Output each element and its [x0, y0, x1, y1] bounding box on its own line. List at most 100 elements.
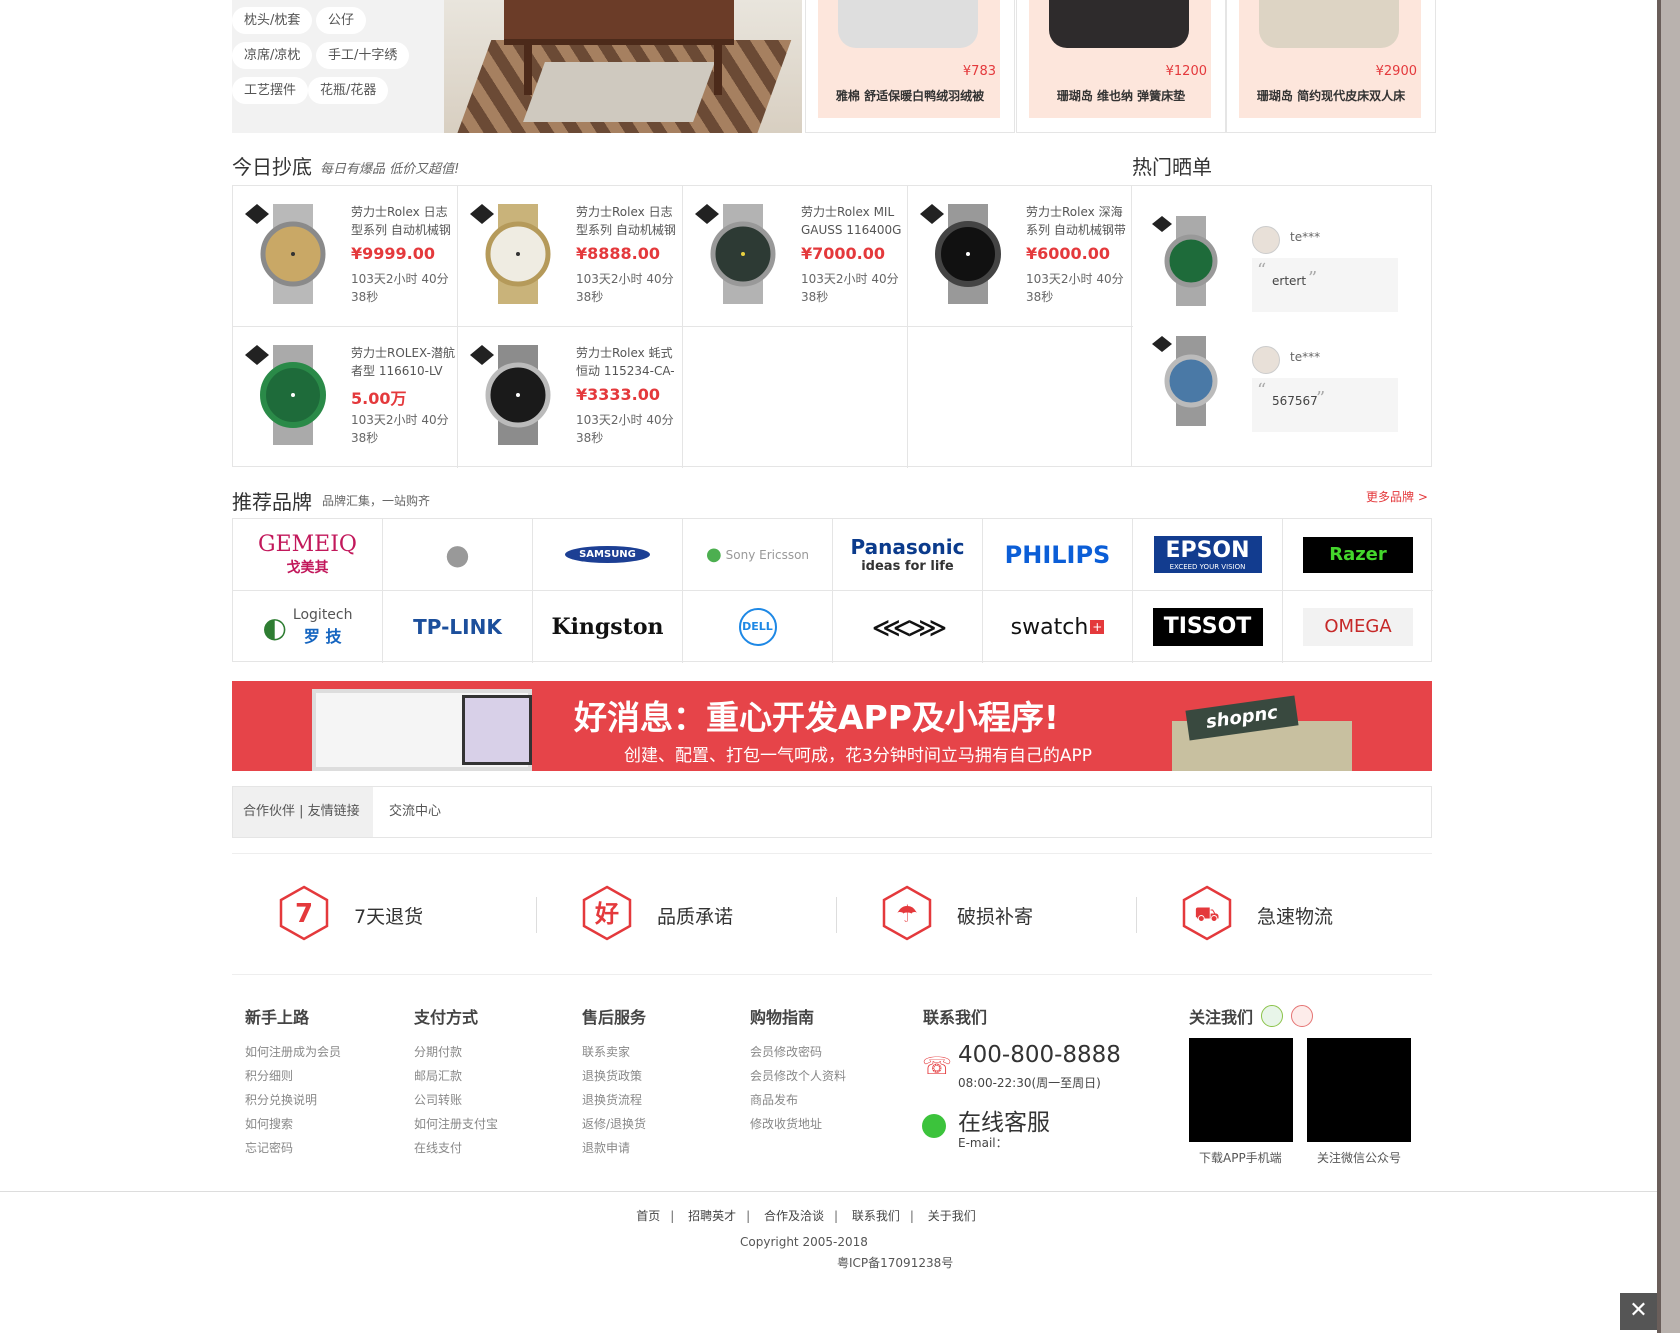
category-tag[interactable]: 公仔 — [316, 7, 367, 34]
hexagon-seven-icon: 7 — [279, 885, 329, 941]
bottom-nav-link[interactable]: 联系我们 — [852, 1209, 900, 1223]
service-label: 7天退货 — [354, 906, 424, 928]
brand-logo-epson[interactable]: EPSON EXCEED YOUR VISION — [1133, 519, 1283, 591]
deal-item[interactable]: 劳力士ROLEX-潜航者型 116610-LV 5.00万 103天2小时 40… — [233, 327, 458, 468]
brand-sub: ideas for life — [861, 559, 954, 574]
category-tag[interactable]: 枕头/枕套 — [232, 7, 313, 34]
brands-title: 推荐品牌 — [232, 490, 312, 514]
deal-item[interactable]: 劳力士Rolex 日志型系列 自动机械钢 ¥8888.00 103天2小时 40… — [458, 186, 683, 327]
brand-logo-swatch[interactable]: swatch + — [983, 591, 1133, 663]
product-card[interactable]: ¥1200 珊瑚岛 维也纳 弹簧床垫 — [1016, 0, 1226, 133]
product-card[interactable]: ¥2900 珊瑚岛 简约现代皮床双人床 — [1226, 0, 1436, 133]
footer-col-title: 支付方式 — [414, 1008, 479, 1027]
wechat-icon[interactable] — [1261, 1005, 1283, 1027]
duvet-image — [838, 0, 978, 48]
brand-logo-tissot[interactable]: TISSOT — [1133, 591, 1283, 663]
deal-name: 劳力士Rolex MIL GAUSS 116400G — [801, 205, 902, 237]
brand-name: Logitech — [292, 607, 353, 623]
brand-name: DELL — [738, 608, 777, 646]
footer-col-guide: 购物指南 会员修改密码 会员修改个人资料 商品发布 修改收货地址 — [750, 1004, 846, 1136]
brand-sub: 戈美其 — [286, 560, 329, 576]
app-promo-banner[interactable]: 好消息：重心开发APP及小程序! 创建、配置、打包一气呵成，花3分钟时间立马拥有… — [232, 681, 1432, 771]
category-tag[interactable]: 手工/十字绣 — [316, 42, 410, 69]
brand-logo-apple[interactable]: ● — [383, 519, 533, 591]
bottom-nav-link[interactable]: 招聘英才 — [688, 1209, 736, 1223]
brand-logo-samsung[interactable]: SAMSUNG — [533, 519, 683, 591]
footer-col-newbie: 新手上路 如何注册成为会员 积分细则 积分兑换说明 如何搜索 忘记密码 — [245, 1004, 341, 1160]
footer-link[interactable]: 会员修改个人资料 — [750, 1064, 846, 1088]
online-service-link[interactable]: 在线客服 — [958, 1103, 1050, 1137]
tab-exchange-center[interactable]: 交流中心 — [389, 787, 441, 837]
footer-link[interactable]: 忘记密码 — [245, 1136, 341, 1160]
divider — [232, 974, 1432, 975]
brand-logo-philips[interactable]: PHILIPS — [983, 519, 1133, 591]
phone-mockup-image — [462, 695, 532, 765]
review-bubble: “ 567567 ” — [1252, 378, 1398, 432]
deal-item[interactable]: 劳力士Rolex 日志型系列 自动机械钢 ¥9999.00 103天2小时 40… — [233, 186, 458, 327]
product-card[interactable]: ¥783 雅棉 舒适保暖白鸭绒羽绒被 — [805, 0, 1015, 133]
furniture-banner[interactable] — [444, 0, 802, 133]
brand-logo-dell[interactable]: DELL — [683, 591, 833, 663]
footer-link[interactable]: 退款申请 — [582, 1136, 646, 1160]
tab-partners[interactable]: 合作伙伴 | 友情链接 — [233, 787, 373, 837]
brand-logo-razer[interactable]: Razer — [1283, 519, 1433, 591]
separator: | — [909, 1209, 914, 1223]
divider — [232, 853, 1432, 854]
close-icon[interactable]: ✕ — [1620, 1293, 1657, 1330]
footer-link[interactable]: 积分兑换说明 — [245, 1088, 341, 1112]
weibo-icon[interactable] — [1291, 1005, 1313, 1027]
footer-link[interactable]: 积分细则 — [245, 1064, 341, 1088]
footer-link[interactable]: 在线支付 — [414, 1136, 498, 1160]
deal-price: ¥9999.00 — [351, 244, 436, 263]
deal-item[interactable]: 劳力士Rolex 深海系列 自动机械钢带 ¥6000.00 103天2小时 40… — [908, 186, 1133, 327]
open-quote-icon: “ — [1257, 380, 1267, 401]
watch-image — [1152, 336, 1218, 426]
watch-image — [245, 204, 326, 304]
footer-link[interactable]: 如何注册成为会员 — [245, 1040, 341, 1064]
footer-link[interactable]: 邮局汇款 — [414, 1064, 498, 1088]
review-item[interactable]: te*** “ ertert ” — [1132, 186, 1431, 312]
brand-logo-omega[interactable]: OMEGA — [1283, 591, 1433, 663]
deal-name: 劳力士Rolex 蚝式恒动 115234-CA- — [576, 346, 675, 378]
bottom-nav-link[interactable]: 首页 — [636, 1209, 660, 1223]
brand-logo-kingston[interactable]: Kingston — [533, 591, 683, 663]
deal-item[interactable]: 劳力士Rolex 蚝式恒动 115234-CA- ¥3333.00 103天2小… — [458, 327, 683, 468]
footer-link[interactable]: 返修/退换货 — [582, 1112, 646, 1136]
footer-link[interactable]: 公司转账 — [414, 1088, 498, 1112]
brand-logo-sony-ericsson[interactable]: ● Sony Ericsson — [683, 519, 833, 591]
brand-logo-tplink[interactable]: TP-LINK — [383, 591, 533, 663]
chat-icon — [922, 1114, 946, 1138]
bed-image — [1259, 0, 1399, 48]
footer-link[interactable]: 会员修改密码 — [750, 1040, 846, 1064]
open-quote-icon: “ — [1257, 260, 1267, 281]
brand-logo-armani[interactable]: ⋘⋙ — [833, 591, 983, 663]
footer-link[interactable]: 联系卖家 — [582, 1040, 646, 1064]
footer-link[interactable]: 商品发布 — [750, 1088, 846, 1112]
footer-link[interactable]: 如何搜索 — [245, 1112, 341, 1136]
deal-countdown: 103天2小时 40分38秒 — [351, 413, 449, 445]
footer-link[interactable]: 修改收货地址 — [750, 1112, 846, 1136]
review-item[interactable]: te*** “ 567567 ” — [1132, 306, 1431, 432]
footer-link[interactable]: 如何注册支付宝 — [414, 1112, 498, 1136]
watch-image — [1152, 216, 1218, 306]
app-qr-code — [1189, 1038, 1293, 1142]
brand-logo-panasonic[interactable]: Panasonic ideas for life — [833, 519, 983, 591]
more-brands-link[interactable]: 更多品牌 > — [1366, 488, 1428, 505]
brand-logo-gemeiq[interactable]: GEMEIQ 戈美其 — [233, 519, 383, 591]
footer-col-title: 售后服务 — [582, 1008, 647, 1027]
brand-logo-logitech[interactable]: ◐ Logitech 罗 技 — [233, 591, 383, 663]
category-tag[interactable]: 凉席/凉枕 — [232, 42, 313, 69]
deal-item[interactable]: 劳力士Rolex MIL GAUSS 116400G ¥7000.00 103天… — [683, 186, 908, 327]
category-tag[interactable]: 工艺摆件 — [232, 77, 309, 104]
svg-text:⛟: ⛟ — [1194, 902, 1219, 926]
bottom-nav-link[interactable]: 合作及洽谈 — [764, 1209, 824, 1223]
icp-number[interactable]: 粤ICP备17091238号 — [837, 1254, 953, 1271]
footer-link[interactable]: 退换货流程 — [582, 1088, 646, 1112]
category-tag[interactable]: 花瓶/花器 — [308, 77, 389, 104]
bottom-nav-link[interactable]: 关于我们 — [928, 1209, 976, 1223]
deal-countdown: 103天2小时 40分38秒 — [576, 413, 674, 445]
hot-reviews-panel: te*** “ ertert ” te*** “ 567567 ” — [1132, 185, 1432, 467]
footer-link[interactable]: 退换货政策 — [582, 1064, 646, 1088]
footer-link[interactable]: 分期付款 — [414, 1040, 498, 1064]
deal-price: ¥3333.00 — [576, 385, 661, 404]
